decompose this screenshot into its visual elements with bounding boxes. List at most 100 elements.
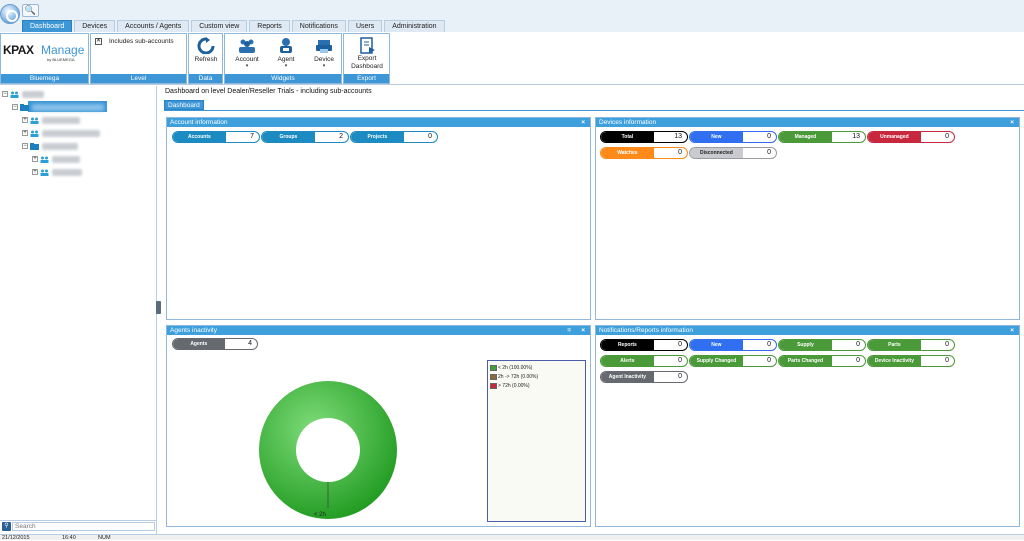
refresh-label: Refresh: [194, 56, 218, 63]
account-widget-button[interactable]: Account ▾: [228, 37, 266, 69]
tree-node-label: [42, 142, 78, 150]
stat-pill-supply-changed[interactable]: Supply Changed 0: [689, 355, 777, 367]
close-icon[interactable]: ×: [581, 326, 585, 335]
panel-header: Account information ×: [167, 118, 590, 127]
stat-pill-unmanaged[interactable]: Unmanaged 0: [867, 131, 955, 143]
stat-pill-device-inactivity[interactable]: Device Inactivity 0: [867, 355, 955, 367]
agent-icon: [280, 38, 292, 53]
tree-node-account-1[interactable]: +: [22, 115, 80, 125]
stat-pill-label: Accounts: [173, 132, 226, 142]
legend-swatch: [490, 365, 497, 371]
refresh-button[interactable]: Refresh: [187, 37, 225, 63]
group-icon: [10, 91, 19, 98]
legend-label: > 72h (0.00%): [498, 383, 530, 389]
close-icon[interactable]: ×: [1010, 326, 1014, 335]
status-date: 21/12/2015: [2, 535, 30, 541]
tree-search: ⚲: [0, 520, 157, 531]
group-icon: [30, 130, 39, 137]
search-icon[interactable]: ⚲: [2, 522, 11, 531]
close-icon[interactable]: ×: [581, 118, 585, 127]
stat-pill-label: Agents: [173, 339, 225, 349]
expand-icon[interactable]: +: [22, 117, 28, 123]
device-widget-button[interactable]: Device ▾: [305, 37, 343, 69]
tree-node-folder[interactable]: −: [22, 141, 78, 151]
stat-pill-accounts[interactable]: Accounts 7: [172, 131, 260, 143]
ribbon-group-data: Refresh Data: [188, 33, 223, 84]
includes-sub-accounts-checkbox[interactable]: ✕: [95, 38, 102, 45]
stat-pill-agents[interactable]: Agents 4: [172, 338, 258, 350]
ribbon-group-export: Export Dashboard Export: [343, 33, 390, 84]
device-label: Device: [314, 56, 334, 63]
agent-widget-button[interactable]: Agent ▾: [267, 37, 305, 69]
tab-notifications[interactable]: Notifications: [291, 20, 346, 32]
stat-pill-label: Disconnected: [690, 148, 743, 158]
stat-pill-value: 0: [856, 357, 860, 364]
dashboard-subtab[interactable]: Dashboard: [164, 100, 204, 110]
includes-sub-accounts-label: Includes sub-accounts: [109, 38, 174, 45]
tree-node-account-3[interactable]: +: [32, 154, 80, 164]
stat-pill-groups[interactable]: Groups 2: [261, 131, 349, 143]
export-dashboard-button[interactable]: Export Dashboard: [348, 37, 386, 71]
stat-pill-value: 0: [767, 357, 771, 364]
legend-swatch: [490, 383, 497, 389]
group-icon: [40, 156, 49, 163]
stat-pill-label: Managed: [779, 132, 832, 142]
ribbon-group-bluemega: KPAX Manage by BLUEMEGA Bluemega: [0, 33, 89, 84]
stat-pill-new[interactable]: New 0: [689, 131, 777, 143]
quick-search-icon[interactable]: 🔍: [22, 4, 39, 17]
stat-pill-value: 0: [678, 149, 682, 156]
stat-pill-agent-inactivity[interactable]: Agent Inactivity 0: [600, 371, 688, 383]
stat-pill-label: New: [690, 132, 743, 142]
tab-accounts-agents[interactable]: Accounts / Agents: [117, 20, 190, 32]
tree-node-label: [52, 168, 82, 176]
stat-pill-label: Reports: [601, 340, 654, 350]
account-tree-panel: − − + + − + + ⚲: [0, 86, 157, 534]
search-input[interactable]: [12, 522, 155, 531]
export-icon: [360, 37, 375, 54]
tab-reports[interactable]: Reports: [249, 20, 290, 32]
tree-node-account-2[interactable]: +: [22, 128, 100, 138]
panel-collapse-handle[interactable]: [156, 301, 161, 314]
stat-pill-supply[interactable]: Supply 0: [778, 339, 866, 351]
tab-administration[interactable]: Administration: [384, 20, 445, 32]
stat-pill-new[interactable]: New 0: [689, 339, 777, 351]
tree-node-account-4[interactable]: +: [32, 167, 82, 177]
account-icon: [239, 39, 255, 53]
stat-pill-disconnected[interactable]: Disconnected 0: [689, 147, 777, 159]
collapse-icon[interactable]: −: [12, 104, 18, 110]
collapse-icon[interactable]: −: [2, 91, 8, 97]
stat-pill-alerts[interactable]: Alerts 0: [600, 355, 688, 367]
stat-pill-parts[interactable]: Parts 0: [867, 339, 955, 351]
panel-title: Notifications/Reports information: [599, 327, 693, 334]
legend-label: < 2h (100.00%): [498, 365, 533, 371]
expand-icon[interactable]: +: [32, 156, 38, 162]
menu-icon[interactable]: =: [567, 326, 571, 335]
stat-pill-watches[interactable]: Watches 0: [600, 147, 688, 159]
stat-pill-label: Device Inactivity: [868, 356, 921, 366]
expand-icon[interactable]: +: [32, 169, 38, 175]
tree-node-dealer[interactable]: −: [12, 102, 104, 112]
stat-pill-value: 0: [428, 133, 432, 140]
tab-devices[interactable]: Devices: [74, 20, 116, 32]
stat-pill-projects[interactable]: Projects 0: [350, 131, 438, 143]
app-menu-orb-icon[interactable]: [0, 4, 20, 24]
tab-dashboard[interactable]: Dashboard: [22, 20, 73, 32]
stat-pill-reports[interactable]: Reports 0: [600, 339, 688, 351]
expand-icon[interactable]: +: [22, 130, 28, 136]
panel-title: Agents inactivity: [170, 327, 217, 334]
stat-pill-label: Parts: [868, 340, 921, 350]
stat-pill-managed[interactable]: Managed 13: [778, 131, 866, 143]
tree-node-root[interactable]: −: [2, 89, 44, 99]
close-icon[interactable]: ×: [1010, 118, 1014, 127]
logo-subtitle: by BLUEMEGA: [47, 57, 75, 62]
stat-pill-parts-changed[interactable]: Parts Changed 0: [778, 355, 866, 367]
collapse-icon[interactable]: −: [22, 143, 28, 149]
tab-users[interactable]: Users: [347, 20, 383, 32]
stat-pill-label: Supply Changed: [690, 356, 743, 366]
panel-title: Devices information: [599, 119, 657, 126]
ribbon: KPAX Manage by BLUEMEGA Bluemega ✕ Inclu…: [0, 32, 1024, 85]
tree-node-label: [22, 90, 44, 98]
stat-pill-total[interactable]: Total 13: [600, 131, 688, 143]
export-dashboard-label: Export Dashboard: [351, 55, 383, 70]
tab-custom-view[interactable]: Custom view: [191, 20, 248, 32]
